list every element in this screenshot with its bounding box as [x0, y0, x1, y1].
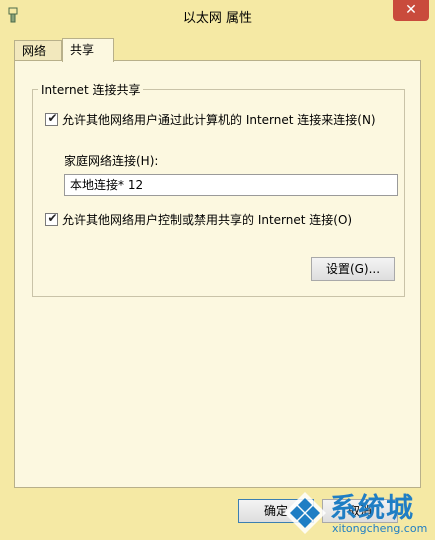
allow-share-label: 允许其他网络用户通过此计算机的 Internet 连接来连接(N) — [62, 113, 376, 127]
check-icon: ✔ — [47, 211, 58, 225]
home-network-label: 家庭网络连接(H): — [64, 154, 159, 168]
allow-share-row[interactable]: ✔ 允许其他网络用户通过此计算机的 Internet 连接来连接(N) — [45, 111, 376, 128]
watermark-text: 系统城 — [330, 493, 414, 524]
watermark-url: xitongcheng.com — [332, 522, 428, 535]
group-legend: Internet 连接共享 — [38, 81, 144, 98]
internet-connection-sharing-group: Internet 连接共享 ✔ 允许其他网络用户通过此计算机的 Internet… — [32, 81, 405, 297]
tab-network[interactable]: 网络 — [14, 40, 62, 60]
windows-logo-icon — [284, 492, 326, 534]
check-icon: ✔ — [47, 111, 58, 125]
home-network-input[interactable]: 本地连接* 12 — [64, 174, 398, 196]
watermark: 系统城 xitongcheng.com — [282, 486, 432, 538]
window-title: 以太网 属性 — [182, 11, 253, 26]
allow-share-checkbox[interactable]: ✔ — [45, 111, 58, 126]
properties-dialog: 以太网 属性 ✕ 网络 共享 Internet 连接共享 ✔ 允许其他网络用户通… — [0, 0, 435, 540]
tab-sharing[interactable]: 共享 — [62, 38, 114, 62]
sharing-tab-panel: Internet 连接共享 ✔ 允许其他网络用户通过此计算机的 Internet… — [14, 60, 421, 488]
settings-button[interactable]: 设置(G)... — [311, 257, 395, 281]
title-bar[interactable]: 以太网 属性 ✕ — [0, 0, 435, 30]
allow-control-row[interactable]: ✔ 允许其他网络用户控制或禁用共享的 Internet 连接(O) — [45, 211, 352, 228]
allow-control-checkbox[interactable]: ✔ — [45, 211, 58, 226]
close-button[interactable]: ✕ — [393, 0, 429, 21]
allow-control-label: 允许其他网络用户控制或禁用共享的 Internet 连接(O) — [62, 213, 353, 227]
